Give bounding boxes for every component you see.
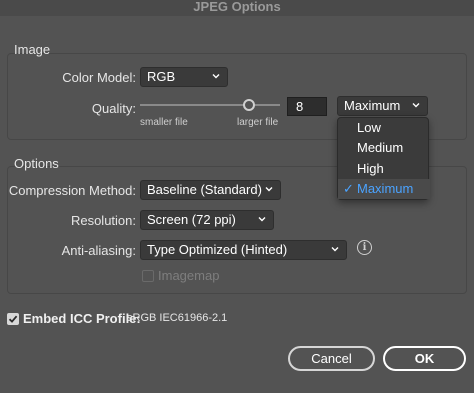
icc-checkbox[interactable] bbox=[7, 313, 19, 325]
chevron-down-icon bbox=[212, 74, 220, 79]
imagemap-label: Imagemap bbox=[158, 268, 220, 283]
quality-max-label: larger file bbox=[237, 117, 279, 128]
chevron-down-icon bbox=[412, 103, 420, 108]
ok-button[interactable]: OK bbox=[383, 346, 466, 371]
quality-min-label: smaller file bbox=[140, 117, 188, 128]
resolution-label: Resolution: bbox=[70, 213, 136, 228]
menu-item-medium[interactable]: Medium bbox=[338, 138, 430, 158]
checkmark-icon: ✓ bbox=[343, 181, 354, 196]
menu-item-maximum[interactable]: ✓ Maximum bbox=[338, 179, 430, 199]
antialiasing-value: Type Optimized (Hinted) bbox=[147, 242, 288, 257]
resolution-select[interactable]: Screen (72 ppi) bbox=[140, 210, 274, 230]
chevron-down-icon bbox=[331, 247, 339, 252]
compression-value: Baseline (Standard) bbox=[147, 182, 262, 197]
quality-label: Quality: bbox=[91, 101, 136, 116]
menu-item-label: Maximum bbox=[357, 181, 414, 196]
quality-preset-select[interactable]: Maximum bbox=[337, 96, 428, 116]
quality-slider-track[interactable] bbox=[140, 104, 280, 106]
quality-slider-thumb[interactable] bbox=[243, 99, 255, 111]
quality-value-field[interactable]: 8 bbox=[287, 97, 327, 116]
checkmark-icon bbox=[8, 315, 18, 323]
menu-item-label: Medium bbox=[357, 140, 404, 155]
icc-label: Embed ICC Profile: bbox=[23, 311, 141, 326]
options-group-title: Options bbox=[14, 156, 59, 171]
menu-item-low[interactable]: Low bbox=[338, 118, 430, 138]
color-model-label: Color Model: bbox=[62, 70, 136, 85]
imagemap-checkbox[interactable] bbox=[142, 270, 154, 282]
icc-profile: sRGB IEC61966-2.1 bbox=[127, 312, 228, 324]
antialiasing-select[interactable]: Type Optimized (Hinted) bbox=[140, 240, 347, 260]
quality-preset-value: Maximum bbox=[344, 98, 401, 113]
antialiasing-label: Anti-aliasing: bbox=[61, 243, 136, 258]
cancel-button[interactable]: Cancel bbox=[288, 346, 375, 371]
color-model-select[interactable]: RGB bbox=[140, 67, 228, 87]
menu-item-label: High bbox=[357, 161, 384, 176]
window-title: JPEG Options bbox=[0, 0, 474, 16]
resolution-value: Screen (72 ppi) bbox=[147, 212, 236, 227]
compression-label: Compression Method: bbox=[8, 183, 136, 198]
info-icon[interactable]: i bbox=[357, 240, 372, 255]
menu-item-label: Low bbox=[357, 120, 381, 135]
menu-item-high[interactable]: High bbox=[338, 159, 430, 179]
chevron-down-icon bbox=[258, 217, 266, 222]
chevron-down-icon bbox=[265, 187, 273, 192]
color-model-value: RGB bbox=[147, 69, 176, 84]
quality-preset-menu: Low Medium High ✓ Maximum bbox=[337, 117, 430, 200]
image-group-title: Image bbox=[14, 42, 51, 57]
compression-select[interactable]: Baseline (Standard) bbox=[140, 180, 281, 200]
